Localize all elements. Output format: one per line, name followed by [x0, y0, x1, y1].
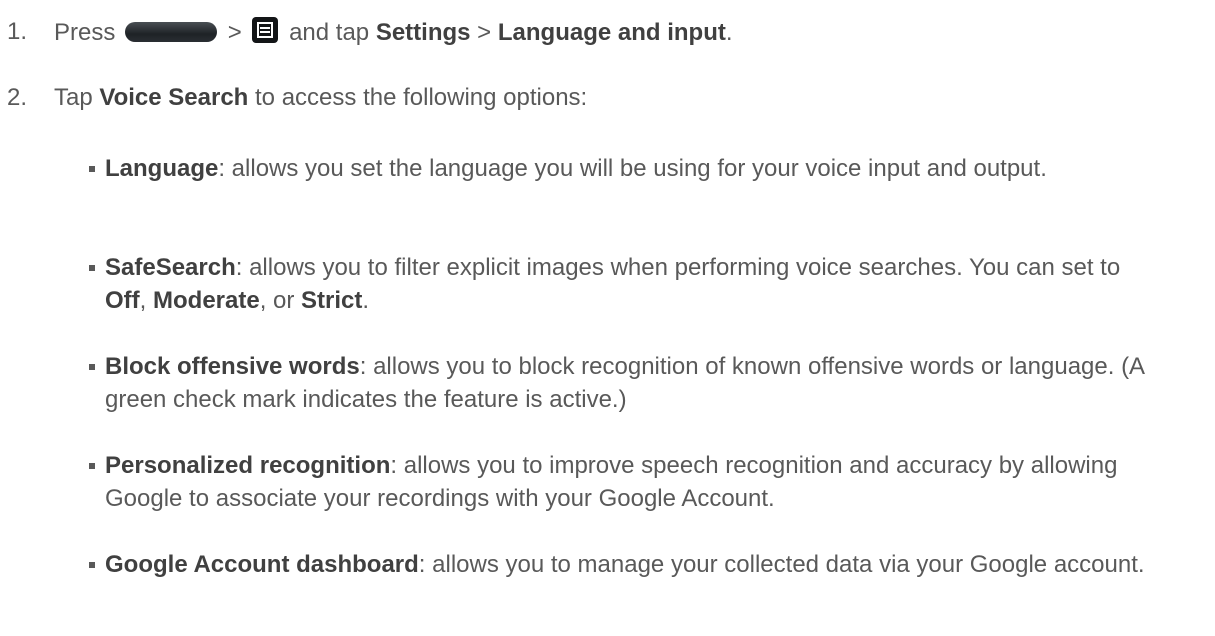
option-term: Block offensive words	[105, 353, 360, 380]
option-personalized-recognition: Personalized recognition: allows you to …	[89, 449, 1165, 515]
separator: >	[227, 19, 242, 46]
value-off: Off	[105, 287, 140, 314]
period: .	[725, 19, 733, 46]
value-sep: ,	[139, 287, 153, 314]
bullet-icon	[89, 562, 95, 568]
value-sep: , or	[259, 287, 302, 314]
option-block-offensive-words: Block offensive words: allows you to blo…	[89, 350, 1165, 416]
bullet-icon	[89, 364, 95, 370]
home-key-icon	[125, 22, 218, 42]
step-text: Press > and tap Settings > Language and …	[54, 17, 733, 48]
option-language: Language: allows you set the language yo…	[89, 152, 1165, 185]
option-term: Personalized recognition	[105, 452, 391, 479]
option-safesearch: SafeSearch: allows you to filter explici…	[89, 251, 1165, 317]
option-desc: : allows you to manage your collected da…	[418, 551, 1145, 578]
step-number: 2.	[7, 84, 28, 111]
value-moderate: Moderate	[153, 287, 260, 314]
option-desc: : allows you to filter explicit images w…	[235, 254, 1121, 281]
bullet-icon	[89, 265, 95, 271]
press-text: Press	[54, 19, 116, 46]
option-term: Google Account dashboard	[105, 551, 419, 578]
and-tap-text: and tap	[289, 19, 370, 46]
bullet-icon	[89, 463, 95, 469]
option-desc: : allows you set the language you will b…	[218, 155, 1047, 182]
option-google-account-dashboard: Google Account dashboard: allows you to …	[89, 548, 1165, 581]
voice-search-term: Voice Search	[99, 84, 249, 111]
separator: >	[477, 19, 492, 46]
period: .	[362, 287, 370, 314]
step-rest-text: to access the following options:	[255, 84, 588, 111]
settings-term: Settings	[375, 19, 471, 46]
bullet-icon	[89, 166, 95, 172]
tap-text: Tap	[54, 84, 93, 111]
step-text: Tap Voice Search to access the following…	[54, 83, 587, 113]
option-term: Language	[105, 155, 219, 182]
language-and-input-term: Language and input	[497, 19, 726, 46]
step-number: 1.	[7, 18, 28, 45]
value-strict: Strict	[301, 287, 363, 314]
option-term: SafeSearch	[105, 254, 236, 281]
menu-key-icon	[252, 17, 279, 43]
